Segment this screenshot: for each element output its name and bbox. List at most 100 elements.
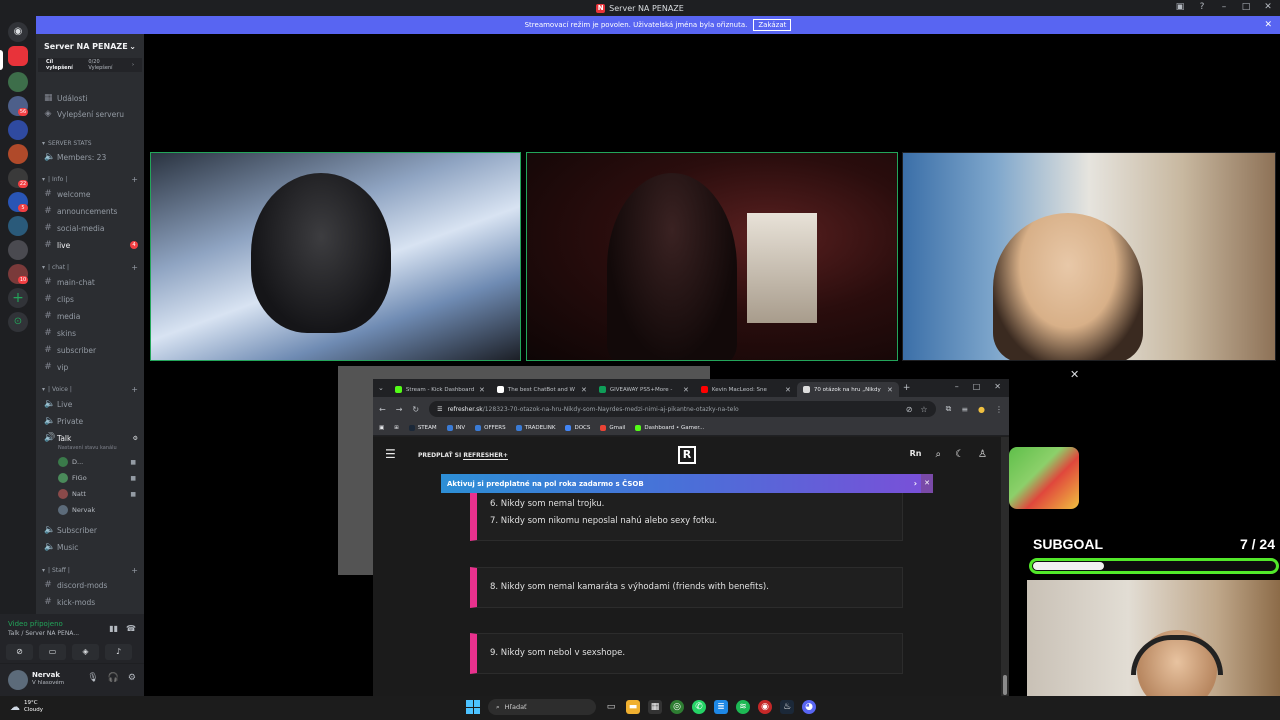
add-channel-icon[interactable]: +: [131, 263, 138, 272]
browser-tab[interactable]: GIVEAWAY PS5+More - ✕: [593, 382, 695, 397]
explore-icon[interactable]: ⊙: [8, 312, 28, 332]
channel-skins[interactable]: # skins: [42, 325, 142, 341]
server-header[interactable]: Server NA PENAZE ⌄: [36, 34, 144, 58]
extensions-icon[interactable]: ⧉: [946, 404, 952, 414]
tab-close-icon[interactable]: ✕: [887, 386, 893, 394]
refresher-logo[interactable]: R: [678, 446, 696, 464]
channel-subscriber[interactable]: # subscriber: [42, 342, 142, 358]
channel-clips[interactable]: # clips: [42, 291, 142, 307]
voice-user[interactable]: Natt ■: [58, 487, 142, 501]
back-icon[interactable]: ←: [379, 405, 386, 414]
screen-share-button[interactable]: ▭: [39, 644, 66, 660]
avatar[interactable]: [8, 670, 28, 690]
tab-close-icon[interactable]: ✕: [479, 386, 485, 394]
notes-icon[interactable]: ≣: [714, 700, 728, 714]
activity-button[interactable]: ◈: [72, 644, 99, 660]
rn-icon[interactable]: Rn: [910, 449, 922, 460]
video-tile-3[interactable]: [902, 152, 1276, 361]
server-icon-8[interactable]: [8, 216, 28, 236]
server-icon-na-penaze[interactable]: [8, 46, 28, 66]
server-upgrades-item[interactable]: ◈ Vylepšení serveru: [42, 106, 142, 122]
channel-kick-mods[interactable]: # kick-mods: [42, 594, 142, 610]
tab-close-icon[interactable]: ✕: [581, 386, 587, 394]
steam-icon[interactable]: ♨: [780, 700, 794, 714]
signal-icon[interactable]: ▮▮: [109, 624, 118, 633]
banner-close-icon[interactable]: ✕: [1264, 20, 1272, 30]
category-server-stats[interactable]: ▾ SERVER STATS: [42, 137, 142, 149]
video-tile-1[interactable]: [150, 152, 521, 361]
category-voice[interactable]: ▾ | Voice | +: [42, 383, 142, 395]
promo-close-icon[interactable]: ✕: [921, 474, 933, 493]
server-icon-4[interactable]: [8, 120, 28, 140]
start-button[interactable]: [466, 700, 480, 714]
channel-social-media[interactable]: # social-media: [42, 220, 142, 236]
channel-welcome[interactable]: # welcome: [42, 186, 142, 202]
voice-status[interactable]: Video připojeno: [8, 620, 63, 628]
taskbar-search[interactable]: ⌕ Hľadať: [488, 699, 596, 715]
url-field[interactable]: ☰ refresher.sk/128323-70-otazok-na-hru-N…: [429, 401, 936, 417]
search-icon[interactable]: ⌕: [935, 449, 941, 460]
task-view-icon[interactable]: ▭: [604, 700, 618, 714]
promo-banner[interactable]: Aktivuj si predplatné na pol roka zadarm…: [441, 474, 933, 493]
whatsapp-icon[interactable]: ✆: [692, 700, 706, 714]
scrollbar-thumb[interactable]: [1003, 675, 1007, 695]
browser-tab[interactable]: Kevin MacLeod: Sne ✕: [695, 382, 797, 397]
reload-icon[interactable]: ↻: [412, 405, 419, 414]
discord-icon[interactable]: ◕: [802, 700, 816, 714]
add-channel-icon[interactable]: +: [131, 385, 138, 394]
subscribe-link[interactable]: PREDPLAŤ SI REFRESHER+: [418, 452, 508, 460]
minimize-button[interactable]: –: [1218, 2, 1230, 12]
video-tile-2[interactable]: [526, 152, 898, 361]
channel-media[interactable]: # media: [42, 308, 142, 324]
browser-tab[interactable]: The best ChatBot and W ✕: [491, 382, 593, 397]
events-item[interactable]: ▦ Události: [42, 90, 142, 106]
category-chat[interactable]: ▾ | chat | +: [42, 261, 142, 273]
bookmark-item[interactable]: DOCS: [565, 425, 590, 431]
channel-status[interactable]: Nastavení stavu kanálu: [58, 445, 117, 451]
category-staff[interactable]: ▾ | Staff | +: [42, 564, 142, 576]
channel-announcements[interactable]: # announcements: [42, 203, 142, 219]
scrollbar[interactable]: [1001, 437, 1009, 696]
account-icon[interactable]: ♙: [978, 449, 987, 460]
voice-user[interactable]: Nervak: [58, 503, 142, 517]
weather-widget[interactable]: ☁ 19°C Cloudy: [10, 700, 43, 714]
voice-channel-private[interactable]: 🔈 Private: [42, 413, 142, 429]
close-button[interactable]: ✕: [1262, 2, 1274, 12]
voice-channel-talk[interactable]: 🔊 Talk ⚙: [42, 430, 142, 446]
voice-channel-path[interactable]: Talk / Server NA PENA...: [8, 630, 79, 637]
channel-live[interactable]: # live 4: [42, 237, 142, 253]
inbox-icon[interactable]: ▣: [1174, 2, 1186, 12]
headphones-icon[interactable]: 🎧: [108, 673, 119, 683]
channel-discord-mods[interactable]: # discord-mods: [42, 577, 142, 593]
forward-icon[interactable]: →: [396, 405, 403, 414]
file-explorer-icon[interactable]: ▬: [626, 700, 640, 714]
chrome-icon[interactable]: ◎: [670, 700, 684, 714]
bookmark-item[interactable]: INV: [446, 425, 465, 431]
profile-icon[interactable]: ●: [978, 405, 985, 414]
bookmark-item[interactable]: OFFERS: [475, 425, 506, 431]
disconnect-icon[interactable]: ☎: [126, 624, 136, 633]
add-channel-icon[interactable]: +: [131, 175, 138, 184]
channel-settings-icon[interactable]: ⚙: [133, 435, 138, 442]
store-icon[interactable]: ▦: [648, 700, 662, 714]
channel-members[interactable]: 🔈 Members: 23: [42, 149, 142, 165]
media-icon[interactable]: ≡: [961, 405, 968, 414]
maximize-button[interactable]: □: [1240, 2, 1252, 12]
server-icon-5[interactable]: [8, 144, 28, 164]
site-info-icon[interactable]: ☰: [437, 406, 442, 413]
voice-user[interactable]: FIGo ■: [58, 471, 142, 485]
browser-tab[interactable]: Stream - Kick Dashboard ✕: [389, 382, 491, 397]
bookmark-item[interactable]: TRADELINK: [515, 425, 555, 431]
menu-icon[interactable]: ⋮: [995, 405, 1003, 414]
soundboard-button[interactable]: ♪: [105, 644, 132, 660]
new-tab-button[interactable]: +: [903, 383, 911, 393]
voice-channel-live[interactable]: 🔈 Live: [42, 396, 142, 412]
maximize-button[interactable]: □: [973, 382, 981, 391]
spotify-icon[interactable]: ≋: [736, 700, 750, 714]
tab-search-icon[interactable]: ⌄: [373, 384, 389, 392]
channel-vip[interactable]: # vip: [42, 359, 142, 375]
close-button[interactable]: ✕: [994, 382, 1001, 391]
star-icon[interactable]: ☆: [920, 405, 927, 414]
server-icon-9[interactable]: [8, 240, 28, 260]
boost-progress[interactable]: Cíl vylepšení 0/20 Vylepšení ›: [38, 58, 142, 72]
